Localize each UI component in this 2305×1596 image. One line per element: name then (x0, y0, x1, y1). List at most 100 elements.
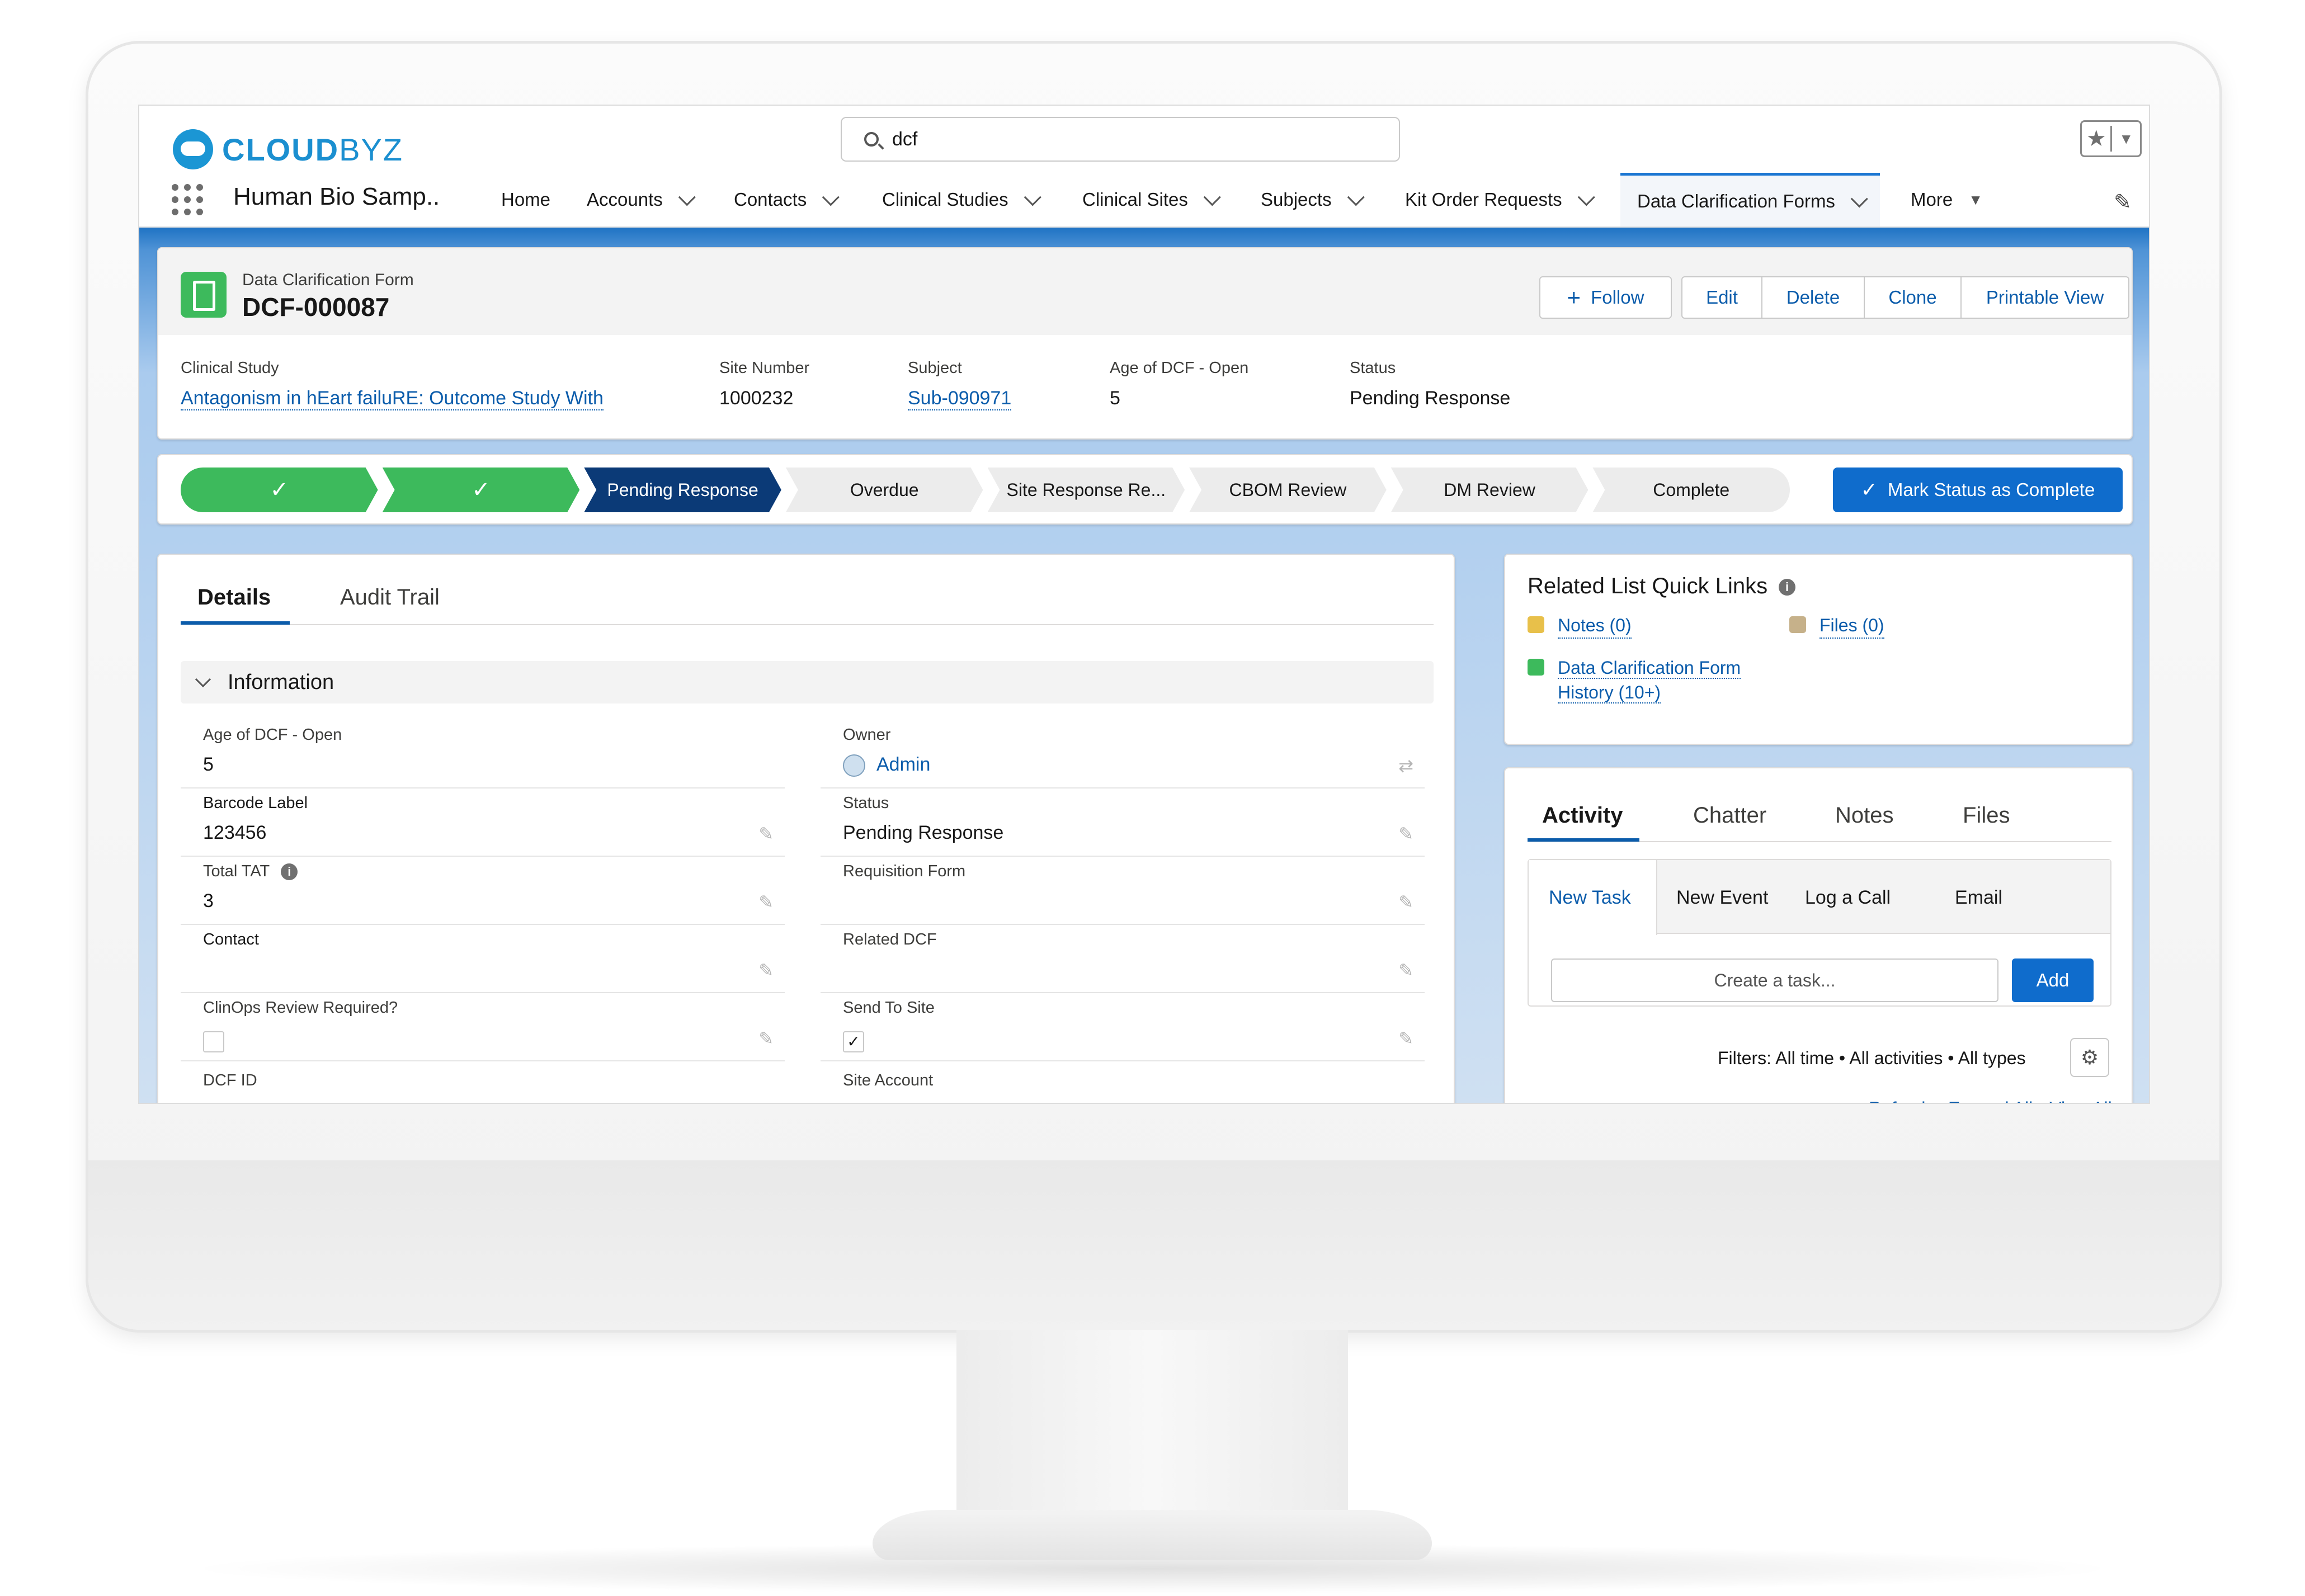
view-all-link[interactable]: View All (2049, 1098, 2111, 1103)
favorites-button[interactable]: ★ ▼ (2080, 120, 2142, 157)
object-label: Data Clarification Form (242, 271, 414, 289)
clinical-study-link[interactable]: Antagonism in hEart failuRE: Outcome Stu… (181, 388, 604, 410)
cloudbyz-logo[interactable]: CLOUD BYZ (173, 127, 403, 172)
tab-notes[interactable]: Notes (1835, 803, 1894, 828)
follow-button-group: + Follow (1539, 276, 1672, 319)
tab-clinical-sites[interactable]: Clinical Sites (1082, 173, 1221, 226)
form-record-icon (181, 272, 227, 318)
chevron-down-icon[interactable] (1577, 188, 1595, 206)
field-label: Contact (203, 931, 259, 948)
subtab-new-event[interactable]: New Event (1676, 887, 1768, 909)
status-value: Pending Response (1350, 388, 1511, 409)
tab-kit-order-requests[interactable]: Kit Order Requests (1405, 173, 1595, 226)
owner-link[interactable]: Admin (843, 754, 930, 777)
send-to-site-checkbox[interactable]: ✓ (843, 1031, 864, 1052)
chevron-down-icon[interactable] (1850, 190, 1868, 207)
tab-more[interactable]: More ▼ (1911, 173, 1983, 226)
gear-icon[interactable]: ⚙ (2070, 1038, 2109, 1077)
field-label: DCF ID (203, 1071, 257, 1089)
star-icon: ★ (2082, 126, 2113, 152)
printable-view-button[interactable]: Printable View (1960, 276, 2129, 319)
record-header: Data Clarification Form DCF-000087 + Foll… (157, 247, 2133, 440)
field-label: Site Account (843, 1071, 934, 1089)
app-launcher-icon[interactable] (172, 184, 203, 215)
info-icon[interactable]: i (281, 863, 298, 881)
activity-links: Refresh Expand All View All (1852, 1098, 2112, 1103)
path-step-complete[interactable]: Complete (1592, 468, 1790, 512)
chevron-down-icon[interactable] (1203, 188, 1221, 206)
chevron-down-icon[interactable] (1347, 188, 1365, 206)
tab-accounts[interactable]: Accounts (587, 173, 696, 226)
chevron-down-icon[interactable] (678, 188, 696, 206)
global-search-input[interactable]: dcf (841, 117, 1400, 162)
path-step-completed[interactable]: ✓ (181, 468, 378, 512)
tab-files[interactable]: Files (1963, 803, 2010, 828)
tab-audit-trail[interactable]: Audit Trail (340, 585, 440, 610)
pencil-icon[interactable]: ✎ (1398, 891, 1413, 913)
pencil-icon[interactable]: ✎ (758, 1028, 774, 1049)
path-step-site-response[interactable]: Site Response Re... (988, 468, 1185, 512)
owner-value: Admin (876, 754, 931, 775)
pencil-icon[interactable]: ✎ (1398, 1028, 1413, 1049)
edit-nav-icon[interactable]: ✎ (2114, 190, 2132, 215)
chevron-down-icon[interactable]: ▼ (2112, 130, 2140, 148)
clinical-study-label: Clinical Study (181, 359, 279, 377)
path-step-cbom-review[interactable]: CBOM Review (1189, 468, 1387, 512)
tab-subjects[interactable]: Subjects (1261, 173, 1365, 226)
expand-all-link[interactable]: Expand All (1948, 1098, 2033, 1103)
quick-link-history[interactable]: Data Clarification Form History (10+) (1528, 655, 1741, 705)
section-information-toggle[interactable]: Information (181, 661, 1434, 703)
app-screen: CLOUDBYZ dcf ★▼ + ? ⚙ Human Bio Samp.. H… (138, 105, 2150, 1104)
field-value: Pending Response (843, 822, 1004, 843)
clone-button[interactable]: Clone (1864, 276, 1962, 319)
pencil-icon[interactable]: ✎ (758, 960, 774, 981)
field-label: ClinOps Review Required? (203, 999, 398, 1017)
history-icon (1528, 659, 1544, 676)
field-value: 123456 (203, 822, 267, 843)
quick-links-title: Related List Quick Links i (1528, 574, 1796, 599)
subject-link[interactable]: Sub-090971 (908, 388, 1012, 410)
field-requisition-form: Requisition Form ✎ (821, 858, 1425, 925)
change-owner-icon[interactable]: ⇄ (1398, 755, 1413, 776)
tab-contacts[interactable]: Contacts (734, 173, 840, 226)
add-task-button[interactable]: Add (2012, 958, 2094, 1002)
activity-card: Activity Chatter Notes Files New Task Ne… (1504, 767, 2133, 1103)
tab-data-clarification-forms[interactable]: Data Clarification Forms (1620, 173, 1880, 226)
path-step-dm-review[interactable]: DM Review (1391, 468, 1588, 512)
subtab-new-task[interactable]: New Task (1549, 887, 1631, 909)
status-path: ✓ ✓ Pending Response Overdue Site Respon… (157, 454, 2133, 525)
field-contact: Contact ✎ (181, 926, 785, 993)
field-send-to-site: Send To Site ✓ ✎ (821, 994, 1425, 1061)
pencil-icon[interactable]: ✎ (1398, 960, 1413, 981)
clinops-review-checkbox[interactable] (203, 1031, 224, 1052)
refresh-link[interactable]: Refresh (1869, 1098, 1931, 1103)
record-name: DCF-000087 (242, 292, 390, 322)
edit-button[interactable]: Edit (1681, 276, 1762, 319)
app-name: Human Bio Samp.. (233, 183, 440, 210)
subtab-email[interactable]: Email (1955, 887, 2002, 909)
tab-clinical-studies[interactable]: Clinical Studies (882, 173, 1041, 226)
follow-button[interactable]: + Follow (1539, 276, 1672, 319)
info-icon[interactable]: i (1779, 579, 1796, 596)
subject-label: Subject (908, 359, 962, 377)
tab-chatter[interactable]: Chatter (1693, 803, 1766, 828)
chevron-down-icon[interactable] (822, 188, 840, 206)
quick-link-files[interactable]: Files (0) (1789, 613, 1884, 639)
tab-activity[interactable]: Activity (1542, 803, 1623, 828)
quick-link-notes[interactable]: Notes (0) (1528, 613, 1632, 639)
pencil-icon[interactable]: ✎ (758, 823, 774, 844)
path-step-overdue[interactable]: Overdue (786, 468, 983, 512)
create-task-input[interactable]: Create a task... (1551, 958, 1998, 1002)
pencil-icon[interactable]: ✎ (758, 891, 774, 913)
delete-button[interactable]: Delete (1761, 276, 1865, 319)
chevron-down-icon[interactable] (1024, 188, 1041, 206)
publisher: New Task New Event Log a Call Email Crea… (1528, 859, 2111, 1007)
tab-home[interactable]: Home (501, 173, 550, 226)
mark-status-complete-button[interactable]: ✓ Mark Status as Complete (1833, 468, 2123, 512)
subtab-log-a-call[interactable]: Log a Call (1805, 887, 1891, 909)
path-step-pending-response[interactable]: Pending Response (584, 468, 781, 512)
path-step-completed[interactable]: ✓ (383, 468, 580, 512)
tab-details[interactable]: Details (197, 585, 271, 610)
pencil-icon[interactable]: ✎ (1398, 823, 1413, 844)
field-owner: Owner Admin ⇄ (821, 721, 1425, 788)
